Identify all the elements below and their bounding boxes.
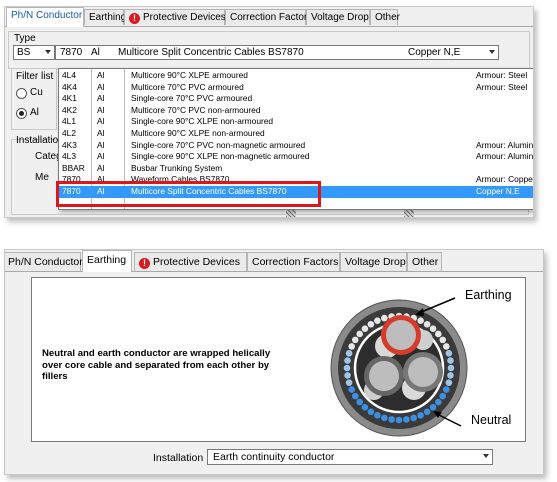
warning-icon: ! [129, 13, 140, 24]
dropdown-cell-code: 4L2 [62, 128, 76, 138]
dropdown-cell-description: Single-core 90°C XLPE non-armoured [131, 116, 274, 127]
dropdown-cell-description: Busbar Trunking System [131, 162, 223, 173]
dropdown-cell-description: Multicore 70°C PVC non-armoured [131, 104, 261, 115]
dropdown-cell-code: 4K1 [62, 93, 77, 104]
tab-strip: Ph/N Conductor Earthing ! Protective Devi… [5, 7, 533, 27]
chevron-down-icon [45, 50, 51, 54]
dropdown-cell-material: Al [97, 162, 105, 173]
dropdown-cell-material: Al [97, 93, 105, 104]
dropdown-cell-material: Al [97, 139, 105, 150]
tab-ph-n-conductor[interactable]: Ph/N Conductor [6, 7, 84, 27]
dropdown-cell-code: 4L1 [62, 116, 76, 127]
dropdown-cell-description: Multicore 90°C XLPE non-armoured [131, 128, 265, 138]
type-label: Type [14, 33, 36, 44]
installation-label: Installation [153, 452, 204, 464]
dropdown-cell-material: Al [97, 81, 105, 92]
dropdown-row[interactable]: 4L3 Al Single-core 90°C XLPE non-magnetic … [59, 151, 534, 163]
cable-description: Neutral and earth conductor are wrapped … [42, 348, 271, 382]
tab-other[interactable]: Other [407, 252, 442, 271]
cable-selection-panel: Ph/N Conductor Earthing ! Protective Devi… [4, 6, 534, 218]
radio-al-label: Al [30, 107, 39, 118]
standard-select[interactable]: BS [13, 45, 55, 60]
earthing-callout: Earthing [465, 288, 512, 302]
dropdown-cell-code: 4K2 [62, 104, 77, 115]
dropdown-cell-material: Al [97, 128, 105, 138]
radio-cu-label: Cu [30, 87, 43, 98]
dropdown-cell-material: Al [97, 151, 105, 162]
dropdown-row[interactable]: 4L4 Al Multicore 90°C XLPE armoured Armour:… [59, 70, 533, 82]
dropdown-cell-material: Al [97, 116, 105, 127]
tab-protective-devices[interactable]: ! Protective Devices [124, 9, 226, 25]
filter-list-label: Filter list [16, 71, 54, 82]
dropdown-row[interactable]: 4K1 Al Single-core 70°C PVC armoured [59, 93, 533, 105]
dropdown-cell-note: Armour: Aluminium [476, 139, 534, 150]
dropdown-cell-description: Single-core 70°C PVC armoured [131, 93, 253, 104]
tab-voltage-drop[interactable]: Voltage Drop [340, 252, 407, 271]
dropdown-cell-code: 4L4 [62, 70, 76, 80]
highlight-box [56, 181, 321, 207]
dropdown-row[interactable]: 4K3 Al Single-core 70°C PVC non-magnetic a… [59, 139, 534, 152]
tab-correction-factors[interactable]: Correction Factors [247, 252, 340, 271]
dropdown-cell-description: Single-core 70°C PVC non-magnetic armour… [131, 139, 306, 150]
dropdown-cell-code: 4K3 [62, 139, 77, 150]
dropdown-cell-note: Copper N,E [476, 186, 520, 196]
dropdown-row[interactable]: 4K2 Al Multicore 70°C PVC non-armoured [59, 104, 533, 117]
dropdown-row[interactable]: 4L2 Al Multicore 90°C XLPE non-armoured [59, 128, 533, 140]
tab-voltage-drop[interactable]: Voltage Drop [306, 9, 370, 25]
installation-select[interactable]: Earth continuity conductor [207, 449, 493, 465]
chevron-down-icon [489, 50, 495, 54]
dropdown-cell-code: 4L3 [62, 151, 76, 162]
dropdown-row[interactable]: 4L1 Al Single-core 90°C XLPE non-armoured [59, 116, 533, 128]
dropdown-cell-note: Armour: Steel [476, 81, 528, 92]
warning-icon: ! [139, 258, 150, 269]
dropdown-cell-material: Al [97, 70, 105, 80]
radio-cu[interactable] [16, 88, 27, 99]
cable-illustration-box: Neutral and earth conductor are wrapped … [31, 277, 526, 442]
dropdown-row[interactable]: BBAR Al Busbar Trunking System [59, 162, 533, 175]
dropdown-cell-code: BBAR [62, 162, 85, 173]
dropdown-cell-material: Al [97, 104, 105, 115]
tab-earthing[interactable]: Earthing [82, 250, 132, 272]
dropdown-row[interactable]: 4K4 Al Multicore 70°C PVC armoured Armour: … [59, 81, 533, 94]
radio-al[interactable] [16, 108, 27, 119]
dropdown-cell-description: Single-core 90°C XLPE non-magnetic armou… [131, 151, 310, 162]
chevron-down-icon [483, 454, 489, 458]
tab-correction-factors[interactable]: Correction Factors [225, 9, 312, 25]
dropdown-cell-note: Armour: Aluminium [476, 151, 534, 162]
dropdown-cell-description: Multicore 90°C XLPE armoured [131, 70, 248, 80]
method-label: Me [35, 172, 49, 183]
dropdown-cell-code: 4K4 [62, 81, 77, 92]
dropdown-cell-description: Multicore 70°C PVC armoured [131, 81, 244, 92]
earthing-panel: Ph/N Conductor Earthing ! Protective Devi… [4, 249, 544, 475]
installation-label: Installation [16, 135, 64, 146]
cable-type-select[interactable]: 7870 Al Multicore Split Concentric Cable… [55, 45, 499, 60]
tab-ph-n-conductor[interactable]: Ph/N Conductor [5, 252, 83, 271]
tab-other[interactable]: Other [370, 9, 400, 25]
tab-strip: Ph/N Conductor Earthing ! Protective Devi… [5, 250, 543, 272]
neutral-callout: Neutral [471, 413, 512, 427]
dropdown-cell-note: Armour: Steel [476, 70, 528, 80]
tab-protective-devices[interactable]: ! Protective Devices [134, 252, 247, 271]
dropdown-cell-note: Armour: Copper [476, 174, 534, 185]
tab-earthing[interactable]: Earthing [84, 9, 126, 25]
